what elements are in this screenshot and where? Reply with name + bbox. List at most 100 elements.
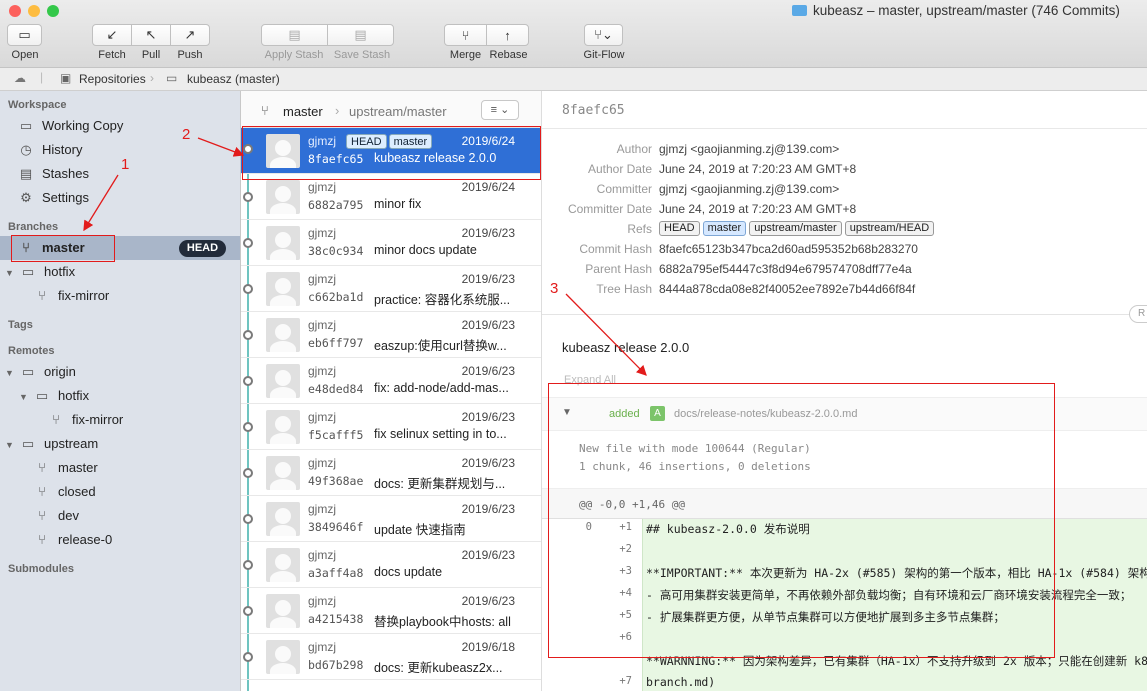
open-icon: ▭	[18, 27, 31, 42]
commit-row[interactable]: gjmzj 2019/6/23 c662ba1d practice: 容器化系统服..…	[241, 266, 541, 312]
breadcrumb-repositories[interactable]: Repositories	[79, 72, 146, 86]
minimize-window-button[interactable]	[28, 5, 40, 17]
new-line-number: +4	[619, 587, 632, 599]
commit-date: 2019/6/23	[461, 410, 515, 424]
apply-stash-button[interactable]: ▤	[261, 24, 328, 46]
refs-value: HEAD master upstream/master upstream/HEAD	[659, 220, 937, 236]
commit-row[interactable]: gjmzj 2019/6/23 49f368ae docs: 更新集群规划与...	[241, 450, 541, 496]
sidebar-item-upstream-dev[interactable]: ⑂ dev	[34, 506, 79, 526]
sidebar-item-stashes[interactable]: ▤ Stashes	[18, 164, 89, 184]
cloud-icon[interactable]: ☁	[14, 71, 26, 85]
parent-hash-value[interactable]: 6882a795ef54447c3f8d94e679574708dff77e4a	[659, 262, 912, 276]
commit-hash: 49f368ae	[308, 474, 364, 488]
sidebar-item-history[interactable]: ◷ History	[18, 140, 82, 160]
commit-date: 2019/6/24	[461, 180, 515, 194]
app-window: kubeasz – master, upstream/master (746 C…	[0, 0, 1147, 691]
graph-dot	[243, 330, 253, 340]
commit-row[interactable]: gjmzj 2019/6/23 f5cafff5 fix selinux settin…	[241, 404, 541, 450]
sidebar-item-origin[interactable]: ▭ origin	[20, 362, 76, 382]
commit-author: gjmzj	[308, 180, 337, 194]
file-header[interactable]: ▼ added A docs/release-notes/kubeasz-2.0…	[542, 397, 1147, 431]
fetch-button[interactable]: ↙	[92, 24, 132, 46]
commit-row[interactable]: gjmzj 2019/6/23 3849646f update 快速指南	[241, 496, 541, 542]
sidebar-item-upstream[interactable]: ▭ upstream	[20, 434, 98, 454]
commit-hash: bd67b298	[308, 658, 364, 672]
ref-badge[interactable]: HEAD	[659, 221, 700, 236]
stash-icon: ▤	[288, 27, 301, 42]
triangle-down-icon[interactable]: ▼	[5, 440, 14, 450]
graph-dot	[243, 606, 253, 616]
commit-row[interactable]: gjmzj 2019/6/23 a4215438 替换playbook中hosts: …	[241, 588, 541, 634]
commit-row[interactable]: gjmzj 2019/6/23 38c0c934 minor docs update	[241, 220, 541, 266]
sidebar-item-origin-fix-mirror[interactable]: ⑂ fix-mirror	[48, 410, 123, 430]
commit-row[interactable]: gjmzj 2019/6/23 e48ded84 fix: add-node/add-…	[241, 358, 541, 404]
triangle-down-icon[interactable]: ▼	[562, 407, 572, 418]
ref-badge[interactable]: master	[388, 134, 433, 149]
gitflow-button[interactable]: ⑂⌄	[584, 24, 623, 46]
commit-message: 替换playbook中hosts: all	[374, 615, 511, 629]
commit-date: 2019/6/23	[461, 364, 515, 378]
save-stash-label: Save Stash	[333, 49, 391, 61]
branch-icon: ⑂	[38, 484, 46, 499]
branch-icon: ⑂	[38, 508, 46, 523]
commit-date: 2019/6/23	[461, 502, 515, 516]
commit-row[interactable]: gjmzj 2019/6/24 6882a795 minor fix	[241, 174, 541, 220]
avatar	[266, 226, 300, 260]
diff-line: 0 +1 ## kubeasz-2.0.0 发布说明	[542, 521, 1147, 543]
sidebar-item-upstream-release-0[interactable]: ⑂ release-0	[34, 530, 112, 550]
sidebar-item-upstream-master[interactable]: ⑂ master	[34, 458, 98, 478]
ref-badge[interactable]: master	[702, 221, 747, 236]
compare-branch[interactable]: upstream/master	[349, 104, 447, 119]
sidebar-item-hotfix[interactable]: ▭ hotfix	[20, 262, 75, 282]
head-badge: HEAD	[179, 240, 226, 257]
sidebar-item-settings[interactable]: ⚙ Settings	[18, 188, 89, 208]
diff-line: +3 **IMPORTANT:** 本次更新为 HA-2x (#585) 架构的第…	[542, 565, 1147, 587]
commit-row[interactable]: gjmzj HEAD master 2019/6/24 8faefc65 kubeasz …	[241, 128, 541, 174]
rebase-button[interactable]: ↑	[486, 24, 529, 46]
current-branch[interactable]: master	[283, 104, 323, 119]
commit-author: gjmzj	[308, 594, 337, 608]
pull-button[interactable]: ↖	[131, 24, 171, 46]
commit-hash-value: 8faefc65123b347bca2d60ad595352b68b283270	[659, 242, 918, 256]
graph-dot	[243, 514, 253, 524]
avatar	[266, 364, 300, 398]
merge-button[interactable]: ⑂	[444, 24, 487, 46]
list-icon: ≡ ⌄	[490, 104, 510, 116]
side-toggle-button[interactable]: R	[1129, 305, 1147, 323]
expand-all-link[interactable]: Expand All	[564, 374, 616, 386]
author-value: gjmzj <gaojianming.zj@139.com>	[659, 142, 840, 156]
file-status: added	[609, 408, 640, 420]
push-button[interactable]: ↗	[170, 24, 210, 46]
sidebar-item-upstream-closed[interactable]: ⑂ closed	[34, 482, 95, 502]
sidebar-item-master[interactable]: ⑂ master	[18, 238, 85, 258]
breadcrumb-separator-icon: ›	[150, 71, 154, 85]
commit-message: docs update	[374, 565, 443, 579]
open-button[interactable]: ▭	[7, 24, 42, 46]
ref-badge[interactable]: upstream/master	[749, 221, 842, 236]
zoom-window-button[interactable]	[47, 5, 59, 17]
sidebar-item-working-copy[interactable]: ▭ Working Copy	[18, 116, 124, 136]
branch-icon: ⑂	[38, 532, 46, 547]
ref-badge[interactable]: upstream/HEAD	[844, 221, 935, 236]
triangle-down-icon[interactable]: ▼	[5, 368, 14, 378]
triangle-down-icon[interactable]: ▼	[5, 268, 14, 278]
refs-label: Refs	[627, 222, 652, 236]
avatar	[266, 502, 300, 536]
ref-badge[interactable]: HEAD	[346, 134, 387, 149]
sidebar-item-origin-hotfix[interactable]: ▭ hotfix	[34, 386, 89, 406]
folder-icon: ▭	[35, 388, 49, 403]
open-label: Open	[11, 49, 39, 61]
commit-message: minor docs update	[374, 243, 477, 257]
view-options-dropdown[interactable]: ≡ ⌄	[481, 100, 519, 120]
commit-row[interactable]: gjmzj 2019/6/23 eb6ff797 easzup:使用curl替换w..…	[241, 312, 541, 358]
commit-row[interactable]: gjmzj 2019/6/18 bd67b298 docs: 更新kubeasz2x.…	[241, 634, 541, 680]
commit-author: gjmzj	[308, 364, 337, 378]
commit-row[interactable]: gjmzj 2019/6/23 a3aff4a8 docs update	[241, 542, 541, 588]
triangle-down-icon[interactable]: ▼	[19, 392, 28, 402]
breadcrumb-repo[interactable]: kubeasz (master)	[187, 72, 280, 86]
save-stash-button[interactable]: ▤	[327, 24, 394, 46]
commit-date: 2019/6/23	[461, 548, 515, 562]
sidebar-item-fix-mirror[interactable]: ⑂ fix-mirror	[34, 286, 109, 306]
rebase-icon: ↑	[504, 27, 511, 43]
close-window-button[interactable]	[9, 5, 21, 17]
